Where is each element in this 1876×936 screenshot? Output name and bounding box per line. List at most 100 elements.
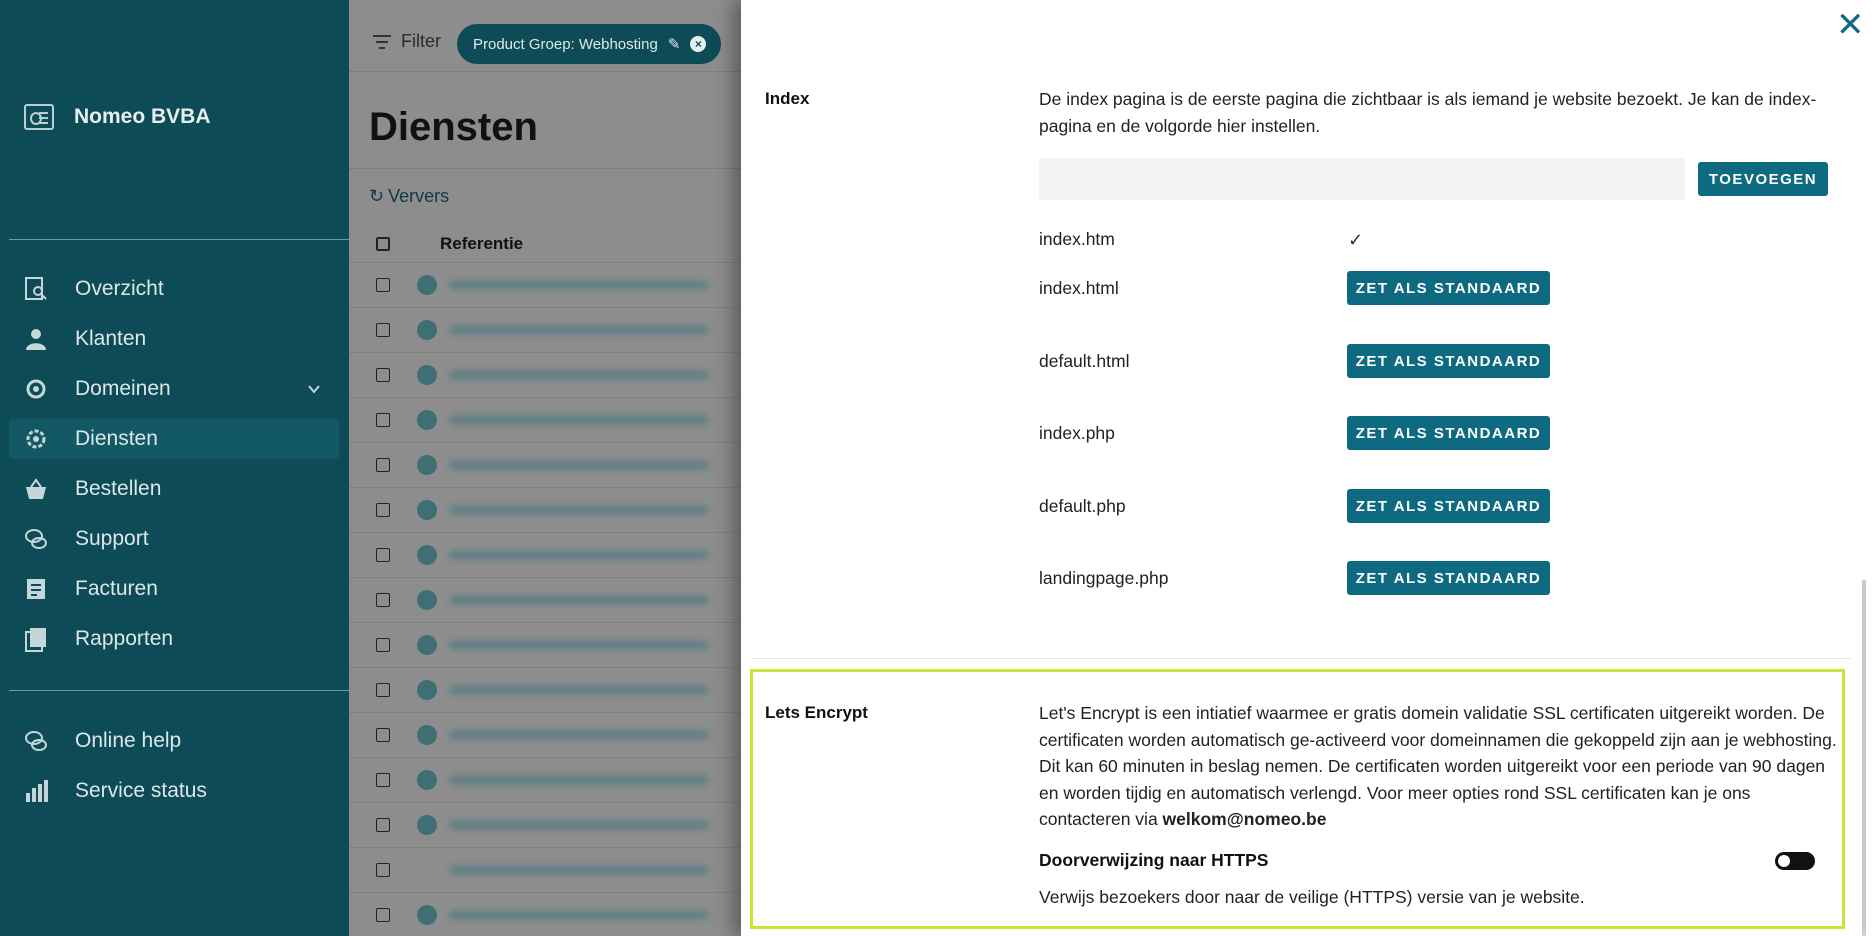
https-redirect-help: Verwijs bezoekers door naar de veilige (… xyxy=(1039,887,1585,907)
letsencrypt-description-text: Let's Encrypt is een intiatief waarmee e… xyxy=(1039,703,1837,829)
sidebar-item-bestellen[interactable]: Bestellen xyxy=(9,469,339,509)
service-reference[interactable] xyxy=(449,640,709,650)
support-icon xyxy=(23,526,49,552)
set-default-button[interactable]: ZET ALS STANDAARD xyxy=(1347,416,1550,450)
row-checkbox[interactable] xyxy=(376,728,390,742)
service-icon xyxy=(417,410,437,430)
details-drawer: ✕ Index De index pagina is de eerste pag… xyxy=(741,0,1876,936)
table-row[interactable] xyxy=(349,712,741,757)
service-reference[interactable] xyxy=(449,505,709,515)
service-reference[interactable] xyxy=(449,415,709,425)
customers-icon xyxy=(23,326,49,352)
reports-icon xyxy=(23,626,49,652)
service-reference[interactable] xyxy=(449,280,709,290)
service-reference[interactable] xyxy=(449,775,709,785)
https-redirect-toggle[interactable] xyxy=(1775,852,1815,870)
sidebar-item-label: Diensten xyxy=(75,427,158,450)
table-row[interactable] xyxy=(349,622,741,667)
service-icon xyxy=(417,320,437,340)
table-row[interactable] xyxy=(349,307,741,352)
scrollbar[interactable] xyxy=(1862,580,1866,936)
add-index-button[interactable]: TOEVOEGEN xyxy=(1698,162,1828,196)
index-section-label: Index xyxy=(765,89,810,108)
row-checkbox[interactable] xyxy=(376,278,390,292)
table-row[interactable] xyxy=(349,397,741,442)
refresh-button[interactable]: ↻ Ververs xyxy=(369,186,449,207)
row-checkbox[interactable] xyxy=(376,638,390,652)
row-checkbox[interactable] xyxy=(376,458,390,472)
service-reference[interactable] xyxy=(449,865,709,875)
filter-chip-label: Product Groep: Webhosting xyxy=(473,35,658,53)
sidebar-item-klanten[interactable]: Klanten xyxy=(9,319,339,359)
row-checkbox[interactable] xyxy=(376,818,390,832)
sidebar-item-support[interactable]: Support xyxy=(9,519,339,559)
help-icon xyxy=(23,728,49,754)
set-default-button[interactable]: ZET ALS STANDAARD xyxy=(1347,271,1550,305)
filter-button[interactable]: Filter xyxy=(373,31,441,52)
sidebar-item-rapporten[interactable]: Rapporten xyxy=(9,619,339,659)
table-row[interactable] xyxy=(349,892,741,936)
table-row[interactable] xyxy=(349,487,741,532)
table-header: Referentie xyxy=(349,228,741,260)
service-reference[interactable] xyxy=(449,730,709,740)
service-reference[interactable] xyxy=(449,460,709,470)
chevron-down-icon[interactable] xyxy=(307,382,321,396)
row-checkbox[interactable] xyxy=(376,503,390,517)
set-default-button[interactable]: ZET ALS STANDAARD xyxy=(1347,561,1550,595)
sidebar-item-domeinen[interactable]: Domeinen xyxy=(9,369,339,409)
service-reference[interactable] xyxy=(449,370,709,380)
table-row[interactable] xyxy=(349,442,741,487)
row-checkbox[interactable] xyxy=(376,368,390,382)
table-row[interactable] xyxy=(349,532,741,577)
refresh-label: Ververs xyxy=(388,186,450,206)
row-checkbox[interactable] xyxy=(376,908,390,922)
close-icon[interactable]: ✕ xyxy=(1836,8,1865,42)
table-row[interactable] xyxy=(349,802,741,847)
row-checkbox[interactable] xyxy=(376,413,390,427)
index-description: De index pagina is de eerste pagina die … xyxy=(1039,89,1817,136)
table-row[interactable] xyxy=(349,577,741,622)
page-title: Diensten xyxy=(369,105,538,149)
row-checkbox[interactable] xyxy=(376,773,390,787)
service-reference[interactable] xyxy=(449,910,709,920)
service-icon xyxy=(417,680,437,700)
row-checkbox[interactable] xyxy=(376,863,390,877)
sidebar-item-service-status[interactable]: Service status xyxy=(9,771,339,811)
sidebar-item-diensten[interactable]: Diensten xyxy=(9,419,339,459)
row-checkbox[interactable] xyxy=(376,548,390,562)
service-reference[interactable] xyxy=(449,820,709,830)
table-row[interactable] xyxy=(349,352,741,397)
table-row[interactable] xyxy=(349,847,741,892)
row-checkbox[interactable] xyxy=(376,593,390,607)
sidebar-item-label: Klanten xyxy=(75,327,147,350)
sidebar-divider xyxy=(9,239,349,240)
filter-chip[interactable]: Product Groep: Webhosting ✎ × xyxy=(457,24,721,64)
service-reference[interactable] xyxy=(449,685,709,695)
service-reference[interactable] xyxy=(449,325,709,335)
sidebar-item-facturen[interactable]: Facturen xyxy=(9,569,339,609)
select-all-checkbox[interactable] xyxy=(376,237,390,251)
service-reference[interactable] xyxy=(449,595,709,605)
service-icon xyxy=(417,905,437,925)
check-icon: ✓ xyxy=(1348,230,1364,250)
service-icon xyxy=(417,590,437,610)
set-default-button[interactable]: ZET ALS STANDAARD xyxy=(1347,344,1550,378)
service-reference[interactable] xyxy=(449,550,709,560)
filter-label: Filter xyxy=(401,31,441,51)
edit-icon[interactable]: ✎ xyxy=(668,35,681,53)
contact-email[interactable]: welkom@nomeo.be xyxy=(1163,809,1327,829)
table-row[interactable] xyxy=(349,667,741,712)
row-checkbox[interactable] xyxy=(376,323,390,337)
remove-filter-icon[interactable]: × xyxy=(690,36,707,52)
table-row[interactable] xyxy=(349,757,741,802)
set-default-button[interactable]: ZET ALS STANDAARD xyxy=(1347,489,1550,523)
brand[interactable]: Nomeo BVBA xyxy=(24,104,211,130)
row-checkbox[interactable] xyxy=(376,683,390,697)
column-header-reference[interactable]: Referentie xyxy=(440,234,523,254)
index-file-name: index.html xyxy=(1039,278,1119,298)
refresh-icon: ↻ xyxy=(369,186,385,206)
table-row[interactable] xyxy=(349,262,741,307)
sidebar-item-overzicht[interactable]: Overzicht xyxy=(9,269,339,309)
index-file-input[interactable] xyxy=(1039,158,1685,200)
sidebar-item-online-help[interactable]: Online help xyxy=(9,721,339,761)
